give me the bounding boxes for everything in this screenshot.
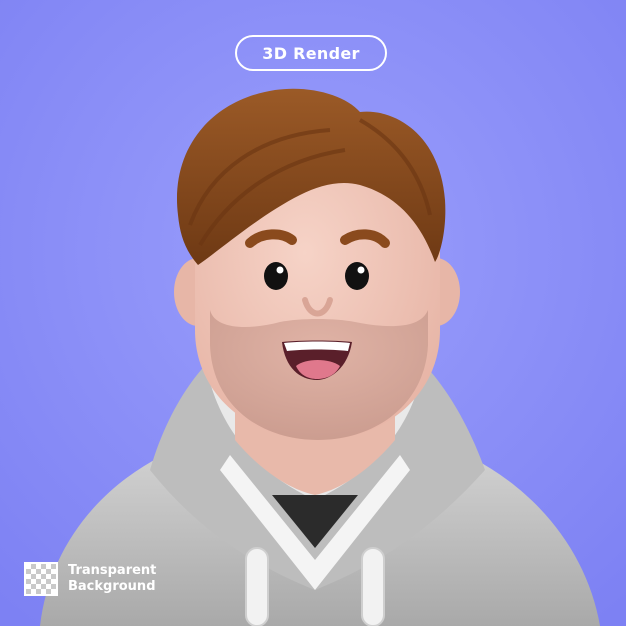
transparent-label: Transparent: [68, 563, 157, 578]
background-label: Background: [68, 579, 156, 594]
3d-render-label: 3D Render: [262, 43, 360, 63]
avatar-illustration: [0, 0, 626, 626]
3d-render-badge: 3D Render: [235, 35, 387, 71]
transparent-background-badge: Transparent Background: [24, 562, 156, 596]
drawstring-left: [245, 547, 269, 626]
transparent-background-label: Transparent Background: [68, 563, 156, 595]
right-eye-highlight: [357, 266, 365, 274]
transparency-checker-icon: [24, 562, 58, 596]
right-eye: [345, 262, 369, 290]
drawstring-right: [361, 547, 385, 626]
left-eye-highlight: [276, 266, 284, 274]
left-eye: [264, 262, 288, 290]
